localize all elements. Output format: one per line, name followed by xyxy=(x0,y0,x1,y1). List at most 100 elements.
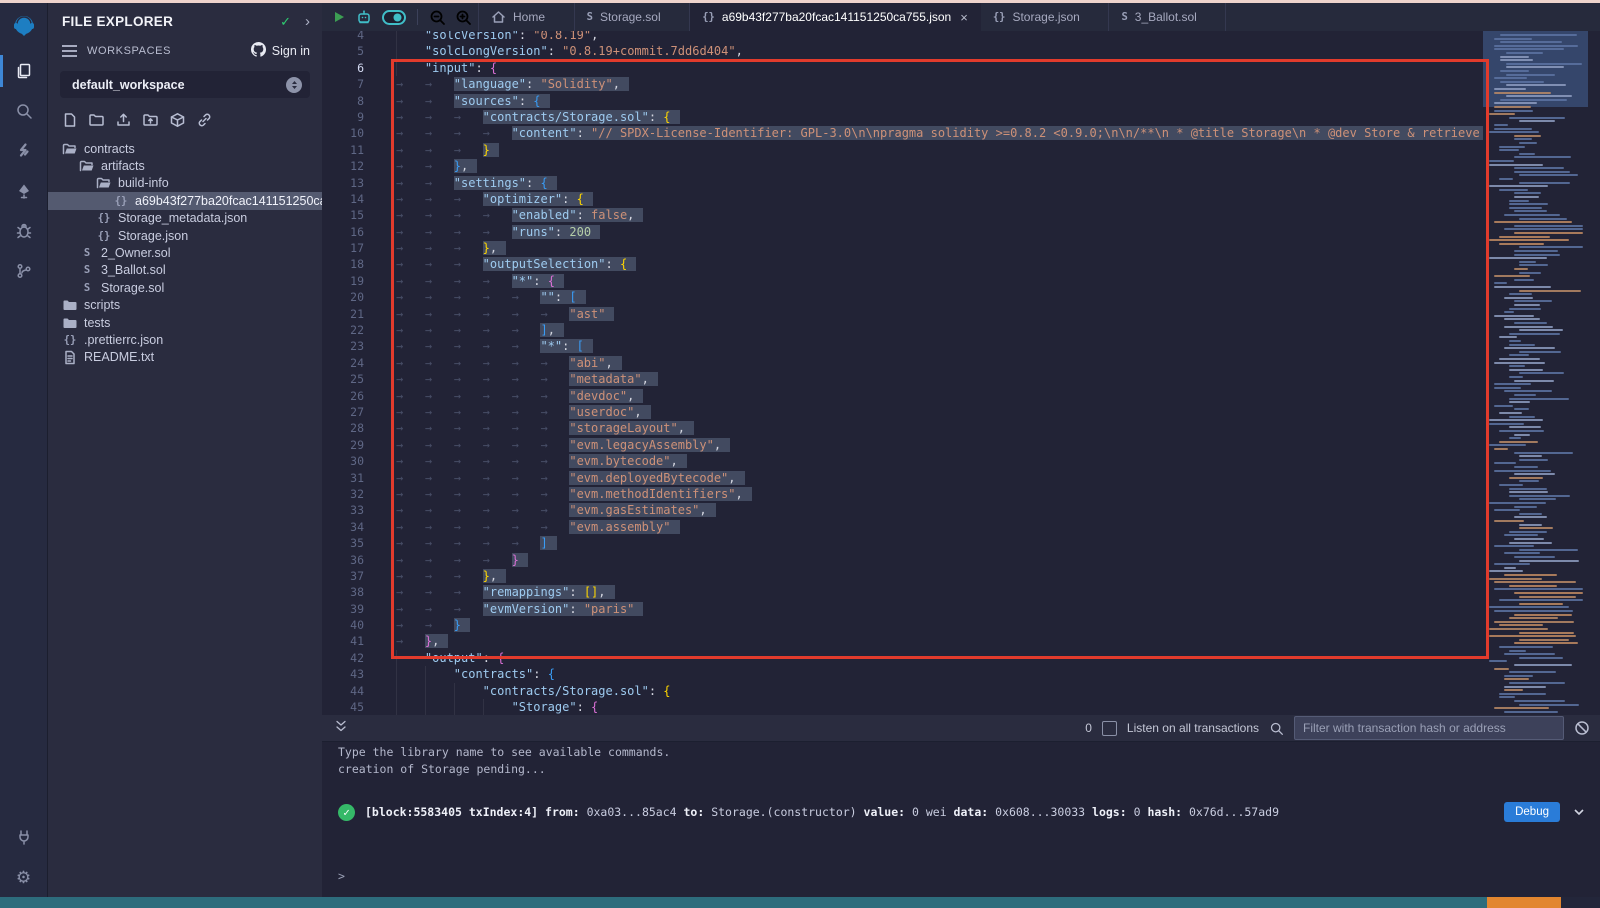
line-number[interactable]: 20 xyxy=(322,289,378,305)
code-line-17[interactable]: →→→}, xyxy=(396,240,1483,256)
line-number[interactable]: 15 xyxy=(322,207,378,223)
line-number[interactable]: 35 xyxy=(322,535,378,551)
line-number[interactable]: 31 xyxy=(322,470,378,486)
ipfs-box-icon[interactable] xyxy=(169,112,186,128)
tree-item-2-owner-sol[interactable]: S2_Owner.sol xyxy=(48,244,322,261)
line-number[interactable]: 14 xyxy=(322,191,378,207)
expand-terminal-icon[interactable] xyxy=(334,718,348,739)
terminal-prompt[interactable]: > xyxy=(338,869,345,883)
sign-in-button[interactable]: Sign in xyxy=(251,42,310,60)
tree-item--prettierrc-json[interactable]: {}.prettierrc.json xyxy=(48,331,322,348)
transaction-filter-input[interactable] xyxy=(1294,716,1564,740)
code-line-40[interactable]: →→} xyxy=(396,617,1483,633)
code-line-8[interactable]: →→"sources": { xyxy=(396,93,1483,109)
code-line-36[interactable]: →→→→} xyxy=(396,552,1483,568)
link-icon[interactable] xyxy=(196,112,213,128)
tree-item-3-ballot-sol[interactable]: S3_Ballot.sol xyxy=(48,262,322,279)
code-line-16[interactable]: →→→→"runs": 200 xyxy=(396,224,1483,240)
tree-item-storage-json[interactable]: {}Storage.json xyxy=(48,227,322,244)
code-line-44[interactable]: "contracts/Storage.sol": { xyxy=(396,683,1483,699)
code-line-25[interactable]: →→→→→→"metadata", xyxy=(396,371,1483,387)
activity-bar-remix-logo[interactable] xyxy=(0,3,47,51)
code-line-42[interactable]: "output": { xyxy=(396,650,1483,666)
line-number[interactable]: 32 xyxy=(322,486,378,502)
tree-item-storage-sol[interactable]: SStorage.sol xyxy=(48,279,322,296)
line-number[interactable]: 43 xyxy=(322,666,378,682)
toggle-switch[interactable] xyxy=(382,10,406,25)
tab-storage-json[interactable]: {}Storage.json× xyxy=(981,3,1110,31)
scrollbar-gutter[interactable] xyxy=(1588,31,1600,715)
new-file-icon[interactable] xyxy=(62,112,78,128)
code-line-18[interactable]: →→→"outputSelection": { xyxy=(396,256,1483,272)
code-line-19[interactable]: →→→→"*": { xyxy=(396,273,1483,289)
line-number[interactable]: 9 xyxy=(322,109,378,125)
code-line-9[interactable]: →→→"contracts/Storage.sol": { xyxy=(396,109,1483,125)
line-number[interactable]: 45 xyxy=(322,699,378,715)
code-line-26[interactable]: →→→→→→"devdoc", xyxy=(396,388,1483,404)
activity-bar-plugin-manager[interactable] xyxy=(0,817,47,857)
code-line-38[interactable]: →→→"remappings": [], xyxy=(396,584,1483,600)
line-number[interactable]: 16 xyxy=(322,224,378,240)
debug-button[interactable]: Debug xyxy=(1504,802,1560,822)
clear-terminal-icon[interactable] xyxy=(1574,720,1590,736)
code-line-32[interactable]: →→→→→→"evm.methodIdentifiers", xyxy=(396,486,1483,502)
line-number[interactable]: 40 xyxy=(322,617,378,633)
tree-item-contracts[interactable]: contracts xyxy=(48,140,322,157)
line-number[interactable]: 42 xyxy=(322,650,378,666)
code-content[interactable]: "solcVersion": "0.8.19", "solcLongVersio… xyxy=(396,31,1483,715)
code-line-13[interactable]: →→"settings": { xyxy=(396,175,1483,191)
line-number[interactable]: 33 xyxy=(322,502,378,518)
listen-all-transactions-checkbox[interactable] xyxy=(1102,721,1117,736)
code-line-11[interactable]: →→→} xyxy=(396,142,1483,158)
code-line-34[interactable]: →→→→→→"evm.assembly" xyxy=(396,519,1483,535)
tab-storage-sol[interactable]: SStorage.sol× xyxy=(575,3,691,31)
line-number[interactable]: 5 xyxy=(322,43,378,59)
terminal-body[interactable]: Type the library name to see available c… xyxy=(322,742,1600,897)
line-number[interactable]: 21 xyxy=(322,306,378,322)
minimap[interactable] xyxy=(1483,31,1588,715)
line-number[interactable]: 39 xyxy=(322,601,378,617)
code-line-45[interactable]: "Storage": { xyxy=(396,699,1483,715)
code-line-41[interactable]: →}, xyxy=(396,633,1483,649)
line-number[interactable]: 44 xyxy=(322,683,378,699)
line-number[interactable]: 7 xyxy=(322,76,378,92)
status-bar-alert-segment[interactable] xyxy=(1487,897,1561,908)
line-number[interactable]: 4 xyxy=(322,31,378,43)
code-line-28[interactable]: →→→→→→"storageLayout", xyxy=(396,420,1483,436)
tab-3-ballot-sol[interactable]: S3_Ballot.sol× xyxy=(1109,3,1226,31)
line-number[interactable]: 28 xyxy=(322,420,378,436)
code-line-7[interactable]: →→"language": "Solidity", xyxy=(396,76,1483,92)
line-number[interactable]: 37 xyxy=(322,568,378,584)
upload-folder-icon[interactable] xyxy=(142,112,159,128)
line-number[interactable]: 36 xyxy=(322,552,378,568)
code-line-10[interactable]: →→→→"content": "// SPDX-License-Identifi… xyxy=(396,125,1483,141)
line-number[interactable]: 25 xyxy=(322,371,378,387)
line-number[interactable]: 11 xyxy=(322,142,378,158)
tab-a69b43f277ba20fcac141151250ca755-json[interactable]: {}a69b43f277ba20fcac141151250ca755.json× xyxy=(690,3,981,31)
code-line-39[interactable]: →→→"evmVersion": "paris" xyxy=(396,601,1483,617)
zoom-in-button[interactable] xyxy=(455,9,472,26)
line-number[interactable]: 27 xyxy=(322,404,378,420)
line-number[interactable]: 22 xyxy=(322,322,378,338)
code-line-33[interactable]: →→→→→→"evm.gasEstimates", xyxy=(396,502,1483,518)
activity-bar-deploy-run[interactable] xyxy=(0,171,47,211)
tree-item-readme-txt[interactable]: README.txt xyxy=(48,349,322,366)
upload-file-icon[interactable] xyxy=(115,112,132,128)
line-number[interactable]: 24 xyxy=(322,355,378,371)
activity-bar-debugger[interactable] xyxy=(0,211,47,251)
line-number[interactable]: 34 xyxy=(322,519,378,535)
tree-item-build-info[interactable]: build-info xyxy=(48,175,322,192)
chevron-right-icon[interactable]: › xyxy=(305,13,310,30)
line-number[interactable]: 26 xyxy=(322,388,378,404)
code-editor[interactable]: 4567891011121314151617181920212223242526… xyxy=(322,31,1600,715)
code-line-22[interactable]: →→→→→], xyxy=(396,322,1483,338)
run-script-button[interactable] xyxy=(332,10,346,24)
code-line-6[interactable]: "input": { xyxy=(396,60,1483,76)
line-number[interactable]: 6 xyxy=(322,60,378,76)
code-line-20[interactable]: →→→→→"": [ xyxy=(396,289,1483,305)
code-line-5[interactable]: "solcLongVersion": "0.8.19+commit.7dd6d4… xyxy=(396,43,1483,59)
activity-bar-git[interactable] xyxy=(0,251,47,291)
remix-ai-button[interactable] xyxy=(355,9,373,25)
tree-item-a69b43f277ba20fcac141151250ca7-[interactable]: {}a69b43f277ba20fcac141151250ca7... xyxy=(48,192,322,209)
line-number[interactable]: 13 xyxy=(322,175,378,191)
